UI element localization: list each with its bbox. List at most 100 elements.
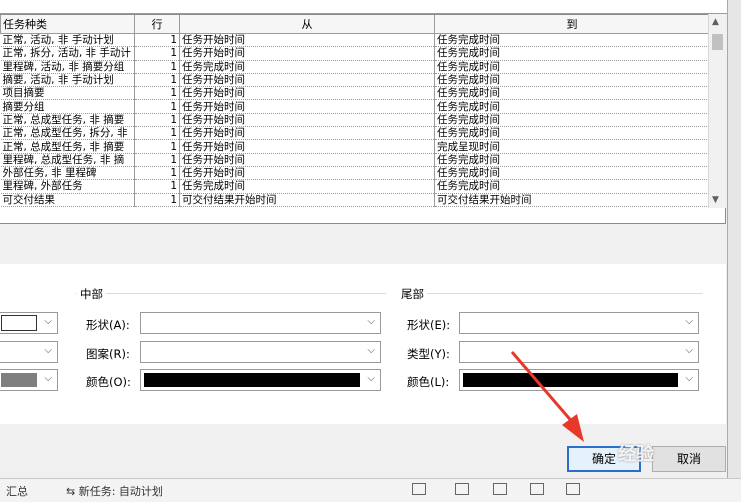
column-header-type[interactable]: 任务种类 bbox=[0, 15, 135, 34]
view-icon[interactable] bbox=[566, 483, 580, 495]
table-vertical-scrollbar[interactable]: ▲ ▼ bbox=[708, 14, 726, 208]
cell-from[interactable]: 任务开始时间 bbox=[179, 139, 435, 154]
cell-row[interactable]: 1 bbox=[134, 193, 180, 207]
cell-type[interactable]: 正常, 总成型任务, 非 摘要 bbox=[0, 113, 135, 128]
cell-to[interactable]: 任务完成时间 bbox=[434, 179, 710, 194]
table-row[interactable]: 里程碑, 外部任务 1 任务完成时间 任务完成时间 bbox=[0, 179, 710, 194]
middle-pattern-combo[interactable]: ⌵ bbox=[140, 341, 381, 363]
cell-row[interactable]: 1 bbox=[134, 113, 180, 128]
cell-to[interactable]: 任务完成时间 bbox=[434, 126, 710, 141]
cell-row[interactable]: 1 bbox=[134, 60, 180, 74]
cell-from[interactable]: 任务开始时间 bbox=[179, 153, 435, 167]
bar-format-panel: ⌵ ⌵ ⌵ 中部 形状(A): ⌵ 图案(R): ⌵ 颜色(O): ⌵ 尾部 形… bbox=[0, 264, 726, 424]
table-row[interactable]: 里程碑, 总成型任务, 非 摘 1 任务开始时间 任务完成时间 bbox=[0, 153, 710, 167]
cell-to[interactable]: 任务完成时间 bbox=[434, 86, 710, 101]
cell-from[interactable]: 任务开始时间 bbox=[179, 46, 435, 61]
cell-row[interactable]: 1 bbox=[134, 86, 180, 101]
cell-row[interactable]: 1 bbox=[134, 153, 180, 167]
cell-from[interactable]: 任务开始时间 bbox=[179, 99, 435, 114]
cell-from[interactable]: 可交付结果开始时间 bbox=[179, 193, 435, 207]
cell-row[interactable]: 1 bbox=[134, 33, 180, 48]
table-row[interactable]: 外部任务, 非 里程碑 1 任务开始时间 任务完成时间 bbox=[0, 166, 710, 181]
end-type-combo[interactable]: ⌵ bbox=[459, 341, 699, 363]
table-row[interactable]: 可交付结果 1 可交付结果开始时间 可交付结果开始时间 bbox=[0, 193, 710, 207]
cell-from[interactable]: 任务开始时间 bbox=[179, 113, 435, 128]
cell-to[interactable]: 可交付结果开始时间 bbox=[434, 193, 710, 207]
cell-to[interactable]: 任务完成时间 bbox=[434, 99, 710, 114]
table-row[interactable]: 正常, 总成型任务, 拆分, 非 1 任务开始时间 任务完成时间 bbox=[0, 126, 710, 141]
cell-row[interactable]: 1 bbox=[134, 126, 180, 141]
chevron-down-icon: ⌵ bbox=[367, 345, 375, 356]
cell-from[interactable]: 任务开始时间 bbox=[179, 166, 435, 181]
cell-to[interactable]: 任务完成时间 bbox=[434, 113, 710, 128]
background-window-edge bbox=[727, 0, 741, 502]
view-icon[interactable] bbox=[530, 483, 544, 495]
view-icon[interactable] bbox=[412, 483, 426, 495]
table-row[interactable]: 里程碑, 活动, 非 摘要分组 1 任务完成时间 任务完成时间 bbox=[0, 60, 710, 74]
table-row[interactable]: 摘要分组 1 任务开始时间 任务完成时间 bbox=[0, 99, 710, 114]
cell-type[interactable]: 里程碑, 总成型任务, 非 摘 bbox=[0, 153, 135, 167]
cell-to[interactable]: 完成呈现时间 bbox=[434, 139, 710, 154]
table-row[interactable]: 摘要, 活动, 非 手动计划 1 任务开始时间 任务完成时间 bbox=[0, 73, 710, 88]
cell-to[interactable]: 任务完成时间 bbox=[434, 33, 710, 48]
cell-row[interactable]: 1 bbox=[134, 179, 180, 194]
table-row[interactable]: 正常, 总成型任务, 非 摘要 1 任务开始时间 任务完成时间 bbox=[0, 113, 710, 128]
status-bar: 汇总 ⇆ 新任务: 自动计划 bbox=[0, 478, 741, 502]
cell-to[interactable]: 任务完成时间 bbox=[434, 153, 710, 167]
table-row[interactable]: 正常, 拆分, 活动, 非 手动计 1 任务开始时间 任务完成时间 bbox=[0, 46, 710, 61]
cell-to[interactable]: 任务完成时间 bbox=[434, 60, 710, 74]
cell-type[interactable]: 正常, 拆分, 活动, 非 手动计 bbox=[0, 46, 135, 61]
table-row[interactable]: 项目摘要 1 任务开始时间 任务完成时间 bbox=[0, 86, 710, 101]
cell-to[interactable]: 任务完成时间 bbox=[434, 166, 710, 181]
view-icon[interactable] bbox=[493, 483, 507, 495]
cell-type[interactable]: 正常, 总成型任务, 非 摘要 bbox=[0, 139, 135, 154]
watermark: 经验 bbox=[618, 444, 654, 465]
cell-row[interactable]: 1 bbox=[134, 46, 180, 61]
middle-color-swatch bbox=[144, 373, 360, 387]
table-row[interactable]: 正常, 活动, 非 手动计划 1 任务开始时间 任务完成时间 bbox=[0, 33, 710, 48]
cell-to[interactable]: 任务完成时间 bbox=[434, 46, 710, 61]
scroll-up-icon[interactable]: ▲ bbox=[712, 17, 719, 27]
middle-shape-label: 形状(A): bbox=[86, 318, 130, 332]
chevron-down-icon: ⌵ bbox=[685, 345, 693, 356]
end-group-title: 尾部 bbox=[398, 286, 427, 302]
cell-type[interactable]: 里程碑, 活动, 非 摘要分组 bbox=[0, 60, 135, 74]
cell-to[interactable]: 任务完成时间 bbox=[434, 73, 710, 88]
cell-type[interactable]: 里程碑, 外部任务 bbox=[0, 179, 135, 194]
cell-type[interactable]: 正常, 总成型任务, 拆分, 非 bbox=[0, 126, 135, 141]
task-mode-indicator[interactable]: ⇆ 新任务: 自动计划 bbox=[66, 483, 163, 499]
middle-shape-combo[interactable]: ⌵ bbox=[140, 312, 381, 334]
cell-row[interactable]: 1 bbox=[134, 139, 180, 154]
cell-type[interactable]: 正常, 活动, 非 手动计划 bbox=[0, 33, 135, 48]
end-color-label: 颜色(L): bbox=[407, 375, 450, 389]
scroll-down-icon[interactable]: ▼ bbox=[712, 195, 719, 205]
cell-from[interactable]: 任务开始时间 bbox=[179, 86, 435, 101]
left-pattern-combo[interactable]: ⌵ bbox=[0, 341, 58, 363]
cell-from[interactable]: 任务完成时间 bbox=[179, 179, 435, 194]
cancel-button[interactable]: 取消 bbox=[652, 446, 726, 472]
scroll-thumb[interactable] bbox=[712, 34, 723, 50]
cell-type[interactable]: 可交付结果 bbox=[0, 193, 135, 207]
column-header-to[interactable]: 到 bbox=[434, 15, 710, 34]
cell-from[interactable]: 任务开始时间 bbox=[179, 33, 435, 48]
cell-type[interactable]: 摘要分组 bbox=[0, 99, 135, 114]
view-icon[interactable] bbox=[455, 483, 469, 495]
table-row[interactable]: 正常, 总成型任务, 非 摘要 1 任务开始时间 完成呈现时间 bbox=[0, 139, 710, 154]
middle-pattern-label: 图案(R): bbox=[86, 347, 130, 361]
left-color-combo[interactable]: ⌵ bbox=[0, 369, 58, 391]
cell-type[interactable]: 外部任务, 非 里程碑 bbox=[0, 166, 135, 181]
cell-type[interactable]: 摘要, 活动, 非 手动计划 bbox=[0, 73, 135, 88]
cell-from[interactable]: 任务完成时间 bbox=[179, 60, 435, 74]
cell-row[interactable]: 1 bbox=[134, 99, 180, 114]
end-color-combo[interactable]: ⌵ bbox=[459, 369, 699, 391]
cell-row[interactable]: 1 bbox=[134, 73, 180, 88]
column-header-from[interactable]: 从 bbox=[179, 15, 435, 34]
end-shape-combo[interactable]: ⌵ bbox=[459, 312, 699, 334]
cell-from[interactable]: 任务开始时间 bbox=[179, 73, 435, 88]
cell-from[interactable]: 任务开始时间 bbox=[179, 126, 435, 141]
middle-color-combo[interactable]: ⌵ bbox=[140, 369, 381, 391]
column-header-row[interactable]: 行 bbox=[134, 15, 180, 34]
cell-type[interactable]: 项目摘要 bbox=[0, 86, 135, 101]
left-shape-combo-full[interactable]: ⌵ bbox=[0, 312, 58, 334]
cell-row[interactable]: 1 bbox=[134, 166, 180, 181]
